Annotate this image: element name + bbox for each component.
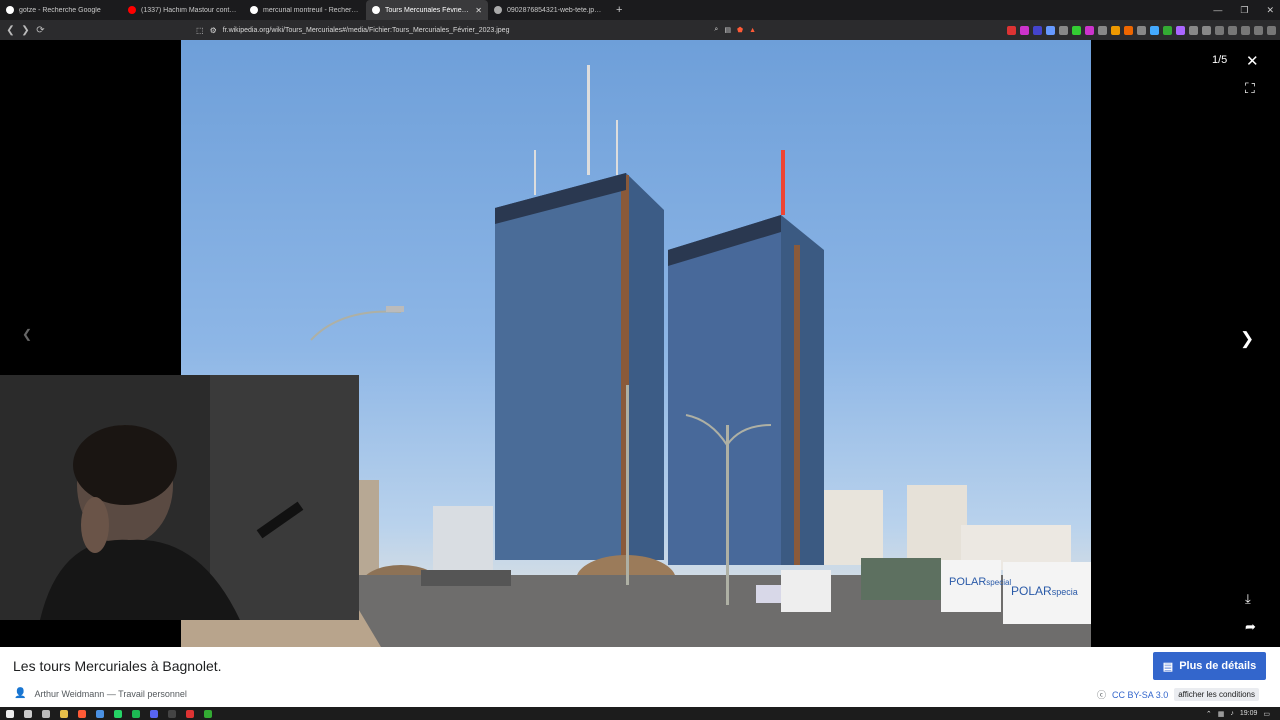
- download-toolbar-icon[interactable]: [1215, 25, 1224, 35]
- author-line: 👤 Arthur Weidmann — Travail personnel: [14, 688, 187, 699]
- extension-icon[interactable]: [1137, 25, 1146, 35]
- discord-icon[interactable]: [150, 709, 158, 718]
- brave-icon[interactable]: [78, 709, 86, 718]
- new-tab-button[interactable]: +: [610, 4, 628, 16]
- truck-lettering: POLARspecia: [1011, 584, 1078, 598]
- user-icon: 👤: [14, 688, 27, 699]
- browser-tab[interactable]: mercurial montreuil - Recherche Google: [244, 0, 366, 20]
- youtube-favicon-icon: [128, 6, 136, 14]
- truck-lettering: POLARspecial: [949, 576, 1011, 588]
- more-details-label: Plus de détails: [1179, 660, 1257, 672]
- forward-icon[interactable]: ❯: [18, 25, 33, 36]
- webcam-overlay: [0, 375, 359, 620]
- tab-title: Tours Mercuriales Février 2023: [385, 6, 470, 14]
- browser-tab[interactable]: 0902876854321-web-tete.jpg (1280×: [488, 0, 610, 20]
- sidebar-icon[interactable]: [1241, 25, 1250, 35]
- show-conditions-button[interactable]: afficher les conditions: [1174, 688, 1260, 701]
- restore-icon[interactable]: ❐: [1240, 5, 1248, 16]
- extension-icon[interactable]: [1111, 25, 1120, 35]
- window-controls: — ❐ ✕: [1213, 0, 1274, 20]
- reload-icon[interactable]: ⟳: [33, 25, 48, 36]
- license-line: ⓒ CC BY-SA 3.0 afficher les conditions: [1097, 688, 1260, 701]
- more-details-button[interactable]: ▤ Plus de détails: [1153, 652, 1266, 680]
- share-icon[interactable]: ➦: [1245, 620, 1256, 633]
- bookmark-icon[interactable]: ⬚: [196, 26, 204, 35]
- system-tray: ⌃ ▦ ♪ 19:09 ▭: [1206, 707, 1270, 720]
- minimize-icon[interactable]: —: [1213, 5, 1222, 15]
- tab-title: (1337) Hachim Mastour contre Neymar: [141, 6, 238, 14]
- extension-icon[interactable]: [1163, 25, 1172, 35]
- task-view-icon[interactable]: [42, 709, 50, 718]
- google-favicon-icon: [250, 6, 258, 14]
- extension-icon[interactable]: [1150, 25, 1159, 35]
- app-icon[interactable]: [186, 709, 194, 718]
- cc-icon: ⓒ: [1097, 690, 1107, 700]
- extension-icon[interactable]: [1124, 25, 1133, 35]
- extension-icon[interactable]: [1020, 25, 1029, 35]
- extension-icon[interactable]: [1072, 25, 1081, 35]
- chevron-right-icon[interactable]: ❯: [1240, 330, 1254, 347]
- close-icon[interactable]: ✕: [1246, 54, 1259, 69]
- tab-title: gotze - Recherche Google: [19, 6, 101, 14]
- extension-icon[interactable]: [1007, 25, 1016, 35]
- search-icon[interactable]: [24, 709, 32, 718]
- obs-icon[interactable]: [168, 709, 176, 718]
- extension-icon[interactable]: [1046, 25, 1055, 35]
- fullscreen-icon[interactable]: ⛶: [1245, 81, 1255, 95]
- image-counter: 1/5: [1212, 54, 1228, 66]
- globe-favicon-icon: [494, 6, 502, 14]
- extension-icon[interactable]: [1202, 25, 1211, 35]
- extension-icon[interactable]: [1085, 25, 1094, 35]
- extension-icon[interactable]: [1098, 25, 1107, 35]
- google-favicon-icon: [6, 6, 14, 14]
- menu-icon[interactable]: [1267, 25, 1276, 35]
- app-icon[interactable]: [204, 709, 212, 718]
- media-caption-bar: Les tours Mercuriales à Bagnolet. ▤ Plus…: [0, 647, 1280, 707]
- extensions-area: [1007, 23, 1276, 37]
- music-icon[interactable]: [1228, 25, 1237, 35]
- caption-title: Les tours Mercuriales à Bagnolet.: [13, 658, 222, 674]
- browser-tab[interactable]: gotze - Recherche Google: [0, 0, 122, 20]
- brave-shield-icon[interactable]: ⬟: [737, 26, 743, 34]
- file-info-icon: ▤: [1162, 660, 1174, 673]
- whatsapp-icon[interactable]: [114, 709, 122, 718]
- browser-tab-strip: gotze - Recherche Google (1337) Hachim M…: [0, 0, 1280, 20]
- tab-close-icon[interactable]: ✕: [475, 6, 482, 15]
- notification-icon[interactable]: ▭: [1263, 710, 1270, 718]
- brave-rewards-icon[interactable]: ▲: [749, 27, 756, 34]
- window-close-icon[interactable]: ✕: [1266, 5, 1274, 16]
- windows-taskbar: ⌃ ▦ ♪ 19:09 ▭: [0, 707, 1280, 720]
- browser-tab[interactable]: (1337) Hachim Mastour contre Neymar: [122, 0, 244, 20]
- explorer-icon[interactable]: [60, 709, 68, 718]
- spotify-icon[interactable]: [132, 709, 140, 718]
- wallet-icon[interactable]: [1254, 25, 1263, 35]
- zoom-icon[interactable]: ⌕: [714, 26, 718, 34]
- extension-icon[interactable]: [1189, 25, 1198, 35]
- url-text[interactable]: fr.wikipedia.org/wiki/Tours_Mercuriales#…: [223, 27, 709, 34]
- tab-title: mercurial montreuil - Recherche Google: [263, 6, 360, 14]
- clock[interactable]: 19:09: [1240, 710, 1258, 717]
- media-viewer: POLARspecial POLARspecia 1/5 ✕ ⛶ ❯ ❮ ⤓ ➦: [0, 40, 1280, 647]
- tray-chevron-icon[interactable]: ⌃: [1206, 710, 1212, 718]
- site-info-icon[interactable]: ⚙: [210, 26, 217, 35]
- chevron-left-icon[interactable]: ❮: [22, 328, 32, 340]
- back-icon[interactable]: ❮: [3, 25, 18, 36]
- webcam-person-illustration: [0, 375, 359, 620]
- extension-icon[interactable]: [1176, 25, 1185, 35]
- browser-tab-active[interactable]: Tours Mercuriales Février 2023 ✕: [366, 0, 488, 20]
- address-bar[interactable]: ⬚ ⚙ fr.wikipedia.org/wiki/Tours_Mercuria…: [196, 22, 756, 38]
- wikipedia-favicon-icon: [372, 6, 380, 14]
- license-link[interactable]: CC BY-SA 3.0: [1112, 690, 1168, 700]
- download-icon[interactable]: ⤓: [1245, 592, 1251, 605]
- extension-icon[interactable]: [1059, 25, 1068, 35]
- tab-title: 0902876854321-web-tete.jpg (1280×: [507, 6, 604, 14]
- author-text[interactable]: Arthur Weidmann — Travail personnel: [34, 689, 186, 699]
- volume-icon[interactable]: ♪: [1230, 710, 1234, 717]
- reader-icon[interactable]: ▤: [724, 26, 731, 34]
- start-icon[interactable]: [6, 709, 14, 718]
- browser-toolbar: ❮ ❯ ⟳ ⬚ ⚙ fr.wikipedia.org/wiki/Tours_Me…: [0, 20, 1280, 40]
- app-icon[interactable]: [96, 709, 104, 718]
- extension-icon[interactable]: [1033, 25, 1042, 35]
- network-icon[interactable]: ▦: [1218, 710, 1225, 718]
